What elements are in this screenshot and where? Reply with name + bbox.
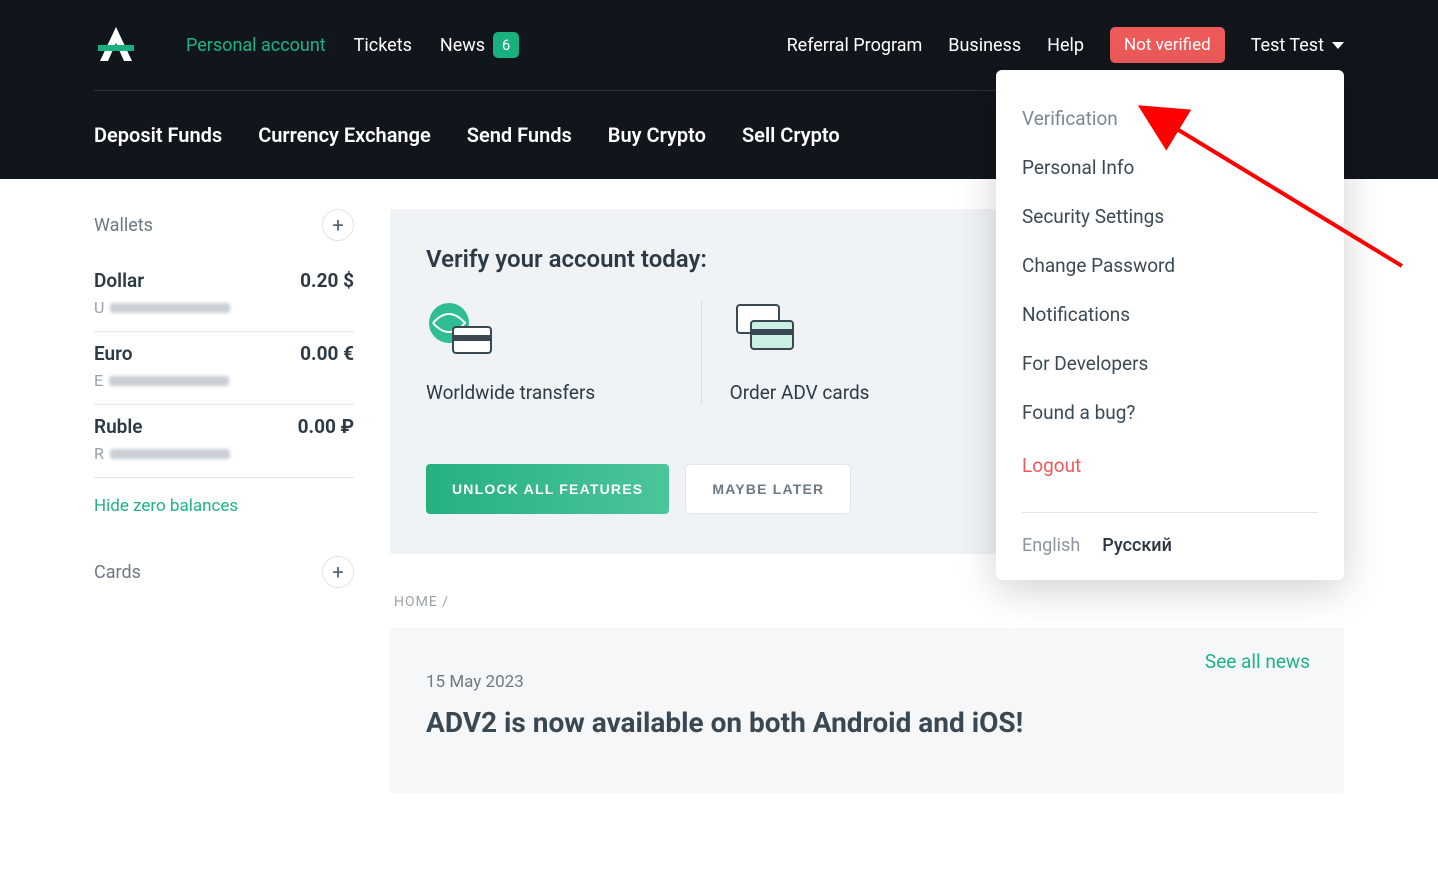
cards-title: Cards	[94, 562, 141, 583]
wallet-item[interactable]: Euro 0.00 € E	[94, 332, 354, 405]
hide-zero-balances[interactable]: Hide zero balances	[94, 496, 354, 516]
dropdown-change-password[interactable]: Change Password	[1022, 241, 1318, 290]
wallets-title: Wallets	[94, 215, 153, 236]
feature-order-cards: Order ADV cards	[702, 301, 1006, 404]
wallet-amount: 0.20 $	[300, 269, 354, 292]
nav-referral[interactable]: Referral Program	[787, 35, 923, 56]
globe-card-icon	[426, 301, 498, 357]
wallet-item[interactable]: Dollar 0.20 $ U	[94, 259, 354, 332]
redacted-icon	[110, 449, 230, 459]
subnav-send[interactable]: Send Funds	[467, 123, 572, 147]
logo-icon[interactable]	[94, 23, 138, 67]
caret-down-icon	[1332, 42, 1344, 49]
news-card: See all news 15 May 2023 ADV2 is now ava…	[390, 628, 1344, 793]
nav-help[interactable]: Help	[1047, 35, 1084, 56]
redacted-icon	[110, 303, 230, 313]
nav-personal-account[interactable]: Personal account	[186, 35, 326, 56]
see-all-news[interactable]: See all news	[1205, 650, 1310, 673]
news-title[interactable]: ADV2 is now available on both Android an…	[426, 706, 1308, 739]
wallets-header: Wallets +	[94, 209, 354, 241]
language-selector: English Русский	[1022, 535, 1318, 556]
dropdown-for-developers[interactable]: For Developers	[1022, 339, 1318, 388]
feature-worldwide-transfers: Worldwide transfers	[426, 301, 702, 404]
wallet-name: Euro	[94, 342, 133, 365]
unlock-all-button[interactable]: UNLOCK ALL FEATURES	[426, 464, 669, 514]
subnav-deposit[interactable]: Deposit Funds	[94, 123, 222, 147]
subnav-buy[interactable]: Buy Crypto	[608, 123, 706, 147]
maybe-later-button[interactable]: MAYBE LATER	[685, 464, 851, 514]
wallet-id: U	[94, 298, 354, 317]
cards-icon	[730, 301, 802, 357]
feature-label: Worldwide transfers	[426, 381, 673, 404]
cards-header: Cards +	[94, 556, 354, 588]
user-menu-trigger[interactable]: Test Test	[1251, 35, 1344, 56]
add-card-button[interactable]: +	[322, 556, 354, 588]
lang-russian[interactable]: Русский	[1102, 535, 1172, 556]
nav-right: Referral Program Business Help Not verif…	[787, 27, 1344, 63]
dropdown-found-bug[interactable]: Found a bug?	[1022, 388, 1318, 437]
wallet-item[interactable]: Ruble 0.00 ₽ R	[94, 405, 354, 478]
wallet-id: R	[94, 444, 354, 463]
news-date: 15 May 2023	[426, 672, 1308, 692]
nav-left: Personal account Tickets News 6	[186, 32, 519, 58]
nav-news[interactable]: News 6	[440, 32, 519, 58]
redacted-icon	[109, 376, 229, 386]
wallet-name: Ruble	[94, 415, 143, 438]
wallet-amount: 0.00 €	[300, 342, 354, 365]
dropdown-logout[interactable]: Logout	[1022, 441, 1318, 490]
wallet-id: E	[94, 371, 354, 390]
wallet-name: Dollar	[94, 269, 144, 292]
dropdown-divider	[1022, 512, 1318, 513]
nav-business[interactable]: Business	[948, 35, 1021, 56]
subnav-exchange[interactable]: Currency Exchange	[258, 123, 431, 147]
sidebar: Wallets + Dollar 0.20 $ U Euro 0.00 € E	[94, 209, 354, 793]
user-name: Test Test	[1251, 35, 1324, 56]
dropdown-notifications[interactable]: Notifications	[1022, 290, 1318, 339]
dropdown-verification[interactable]: Verification	[1022, 94, 1318, 143]
not-verified-badge[interactable]: Not verified	[1110, 27, 1225, 63]
dropdown-security-settings[interactable]: Security Settings	[1022, 192, 1318, 241]
news-count-badge: 6	[493, 32, 519, 58]
add-wallet-button[interactable]: +	[322, 209, 354, 241]
wallet-amount: 0.00 ₽	[298, 415, 354, 438]
nav-news-label[interactable]: News	[440, 35, 485, 56]
user-dropdown: Verification Personal Info Security Sett…	[996, 70, 1344, 580]
subnav-sell[interactable]: Sell Crypto	[742, 123, 840, 147]
feature-label: Order ADV cards	[730, 381, 977, 404]
dropdown-personal-info[interactable]: Personal Info	[1022, 143, 1318, 192]
nav-tickets[interactable]: Tickets	[354, 35, 412, 56]
lang-english[interactable]: English	[1022, 535, 1080, 556]
breadcrumb[interactable]: HOME /	[394, 594, 1344, 610]
